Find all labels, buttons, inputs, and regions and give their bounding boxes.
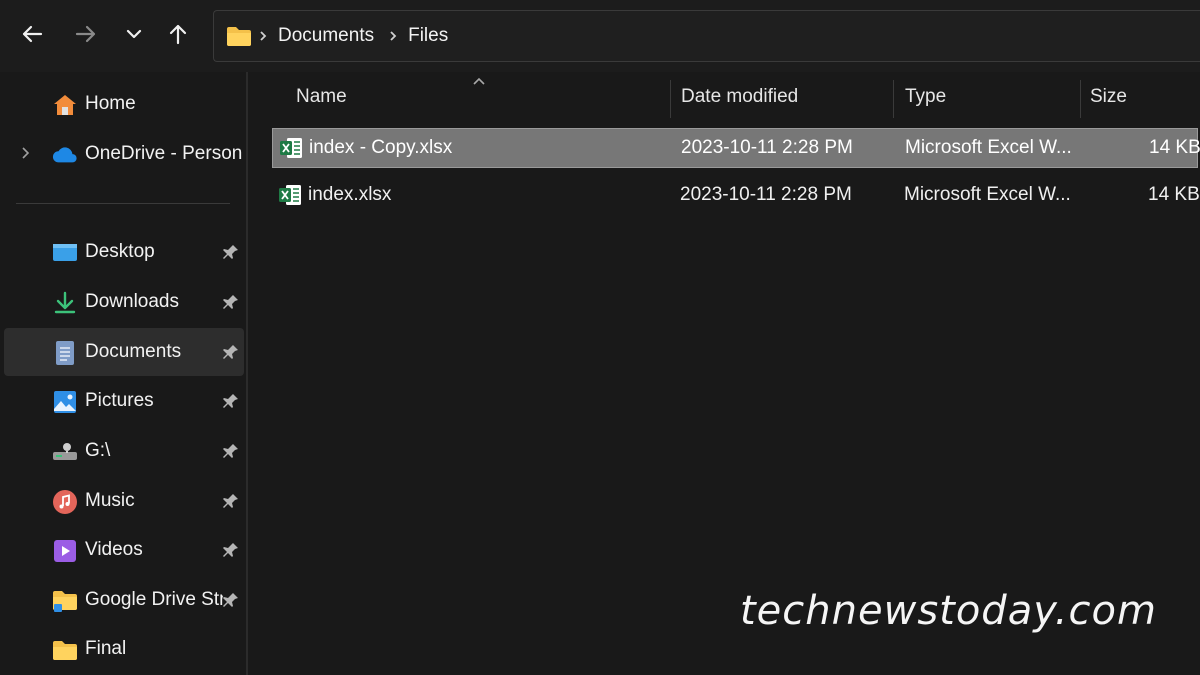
folder-icon bbox=[227, 27, 251, 46]
pin-icon[interactable] bbox=[222, 591, 240, 609]
desktop-icon bbox=[52, 240, 78, 266]
breadcrumb-files[interactable]: Files bbox=[404, 25, 456, 47]
file-name: index.xlsx bbox=[308, 184, 392, 205]
chevron-right-icon[interactable] bbox=[20, 145, 36, 163]
sidebar-item-label: Home bbox=[85, 93, 136, 114]
navigation-pane: Home OneDrive - Persona Desktop Download… bbox=[0, 72, 248, 675]
sidebar-item-label: OneDrive - Persona bbox=[85, 143, 243, 164]
column-divider[interactable] bbox=[893, 80, 894, 118]
forward-button[interactable] bbox=[68, 16, 104, 52]
folder-icon bbox=[52, 637, 78, 663]
sidebar-item-onedrive[interactable]: OneDrive - Persona bbox=[4, 130, 244, 178]
file-size: 14 KB bbox=[1148, 184, 1200, 205]
chevron-down-icon bbox=[126, 29, 142, 39]
column-divider[interactable] bbox=[670, 80, 671, 118]
sidebar-item-label: G:\ bbox=[85, 440, 111, 461]
arrow-left-icon bbox=[22, 25, 43, 43]
home-icon bbox=[52, 92, 78, 118]
file-type: Microsoft Excel W... bbox=[905, 137, 1072, 158]
sidebar-item-label: Videos bbox=[85, 539, 143, 560]
cloud-icon bbox=[52, 142, 78, 168]
column-header-date[interactable]: Date modified bbox=[681, 86, 798, 108]
sidebar-item-label: Documents bbox=[85, 341, 182, 362]
document-icon bbox=[52, 340, 78, 366]
address-bar[interactable]: Documents Files bbox=[213, 10, 1200, 62]
pin-icon[interactable] bbox=[222, 442, 240, 460]
drive-icon bbox=[52, 439, 78, 465]
column-header-row: Name Date modified Type Size bbox=[250, 72, 1200, 124]
sidebar-item-final[interactable]: Final bbox=[4, 625, 244, 673]
sidebar-item-label: Desktop bbox=[85, 241, 155, 262]
excel-file-icon bbox=[280, 138, 302, 158]
sort-ascending-icon bbox=[473, 77, 485, 85]
excel-file-icon bbox=[279, 185, 301, 205]
file-row[interactable]: index.xlsx 2023-10-11 2:28 PM Microsoft … bbox=[272, 176, 1200, 216]
back-button[interactable] bbox=[14, 16, 50, 52]
file-date: 2023-10-11 2:28 PM bbox=[680, 184, 852, 205]
sidebar-item-g-drive[interactable]: G:\ bbox=[4, 427, 244, 475]
file-name: index - Copy.xlsx bbox=[309, 137, 453, 158]
picture-icon bbox=[52, 389, 78, 415]
pin-icon[interactable] bbox=[222, 343, 240, 361]
column-header-name[interactable]: Name bbox=[296, 86, 347, 108]
pin-icon[interactable] bbox=[222, 392, 240, 410]
chevron-right-icon bbox=[382, 30, 404, 42]
folder-icon bbox=[52, 588, 78, 614]
sidebar-item-music[interactable]: Music bbox=[4, 477, 244, 525]
sidebar-item-pictures[interactable]: Pictures bbox=[4, 377, 244, 425]
recent-locations-button[interactable] bbox=[116, 16, 152, 52]
pin-icon[interactable] bbox=[222, 492, 240, 510]
file-size: 14 KB bbox=[1149, 137, 1200, 158]
pin-icon[interactable] bbox=[222, 293, 240, 311]
file-list: Name Date modified Type Size index - Cop… bbox=[250, 72, 1200, 675]
sidebar-item-google-drive[interactable]: Google Drive Str bbox=[4, 576, 244, 624]
video-icon bbox=[52, 538, 78, 564]
sidebar-item-home[interactable]: Home bbox=[4, 80, 244, 128]
arrow-up-icon bbox=[169, 24, 187, 45]
watermark: technewstoday.com bbox=[740, 588, 1157, 634]
title-toolbar: Documents Files bbox=[0, 0, 1200, 72]
up-button[interactable] bbox=[160, 16, 196, 52]
chevron-right-icon bbox=[252, 30, 274, 42]
column-header-size[interactable]: Size bbox=[1090, 86, 1127, 108]
file-type: Microsoft Excel W... bbox=[904, 184, 1071, 205]
sidebar-item-label: Pictures bbox=[85, 390, 154, 411]
file-date: 2023-10-11 2:28 PM bbox=[681, 137, 853, 158]
arrow-right-icon bbox=[75, 25, 96, 43]
sidebar-item-label: Final bbox=[85, 638, 127, 659]
sidebar-item-desktop[interactable]: Desktop bbox=[4, 228, 244, 276]
file-row[interactable]: index - Copy.xlsx 2023-10-11 2:28 PM Mic… bbox=[272, 128, 1200, 168]
download-icon bbox=[52, 290, 78, 316]
sidebar-item-videos[interactable]: Videos bbox=[4, 526, 244, 574]
breadcrumb-documents[interactable]: Documents bbox=[274, 25, 382, 47]
column-header-type[interactable]: Type bbox=[905, 86, 946, 108]
music-icon bbox=[52, 489, 78, 515]
sidebar-item-label: Music bbox=[85, 490, 135, 511]
sidebar-item-downloads[interactable]: Downloads bbox=[4, 278, 244, 326]
pin-icon[interactable] bbox=[222, 541, 240, 559]
pin-icon[interactable] bbox=[222, 243, 240, 261]
sidebar-item-label: Google Drive Str bbox=[85, 589, 223, 610]
sidebar-divider bbox=[16, 203, 230, 204]
column-divider[interactable] bbox=[1080, 80, 1081, 118]
sidebar-item-documents[interactable]: Documents bbox=[4, 328, 244, 376]
sidebar-item-label: Downloads bbox=[85, 291, 179, 312]
